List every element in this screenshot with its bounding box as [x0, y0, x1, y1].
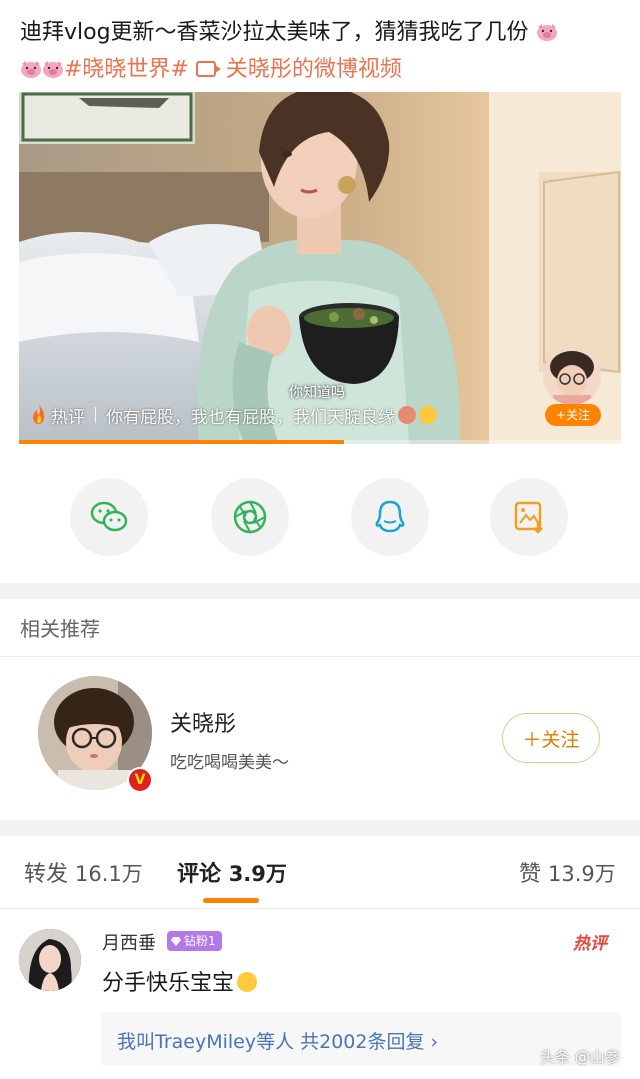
verified-badge-icon: V — [127, 767, 153, 793]
watermark: 头条 @山参 — [540, 1048, 620, 1066]
face-emoji-icon — [398, 406, 416, 424]
flame-icon — [33, 405, 45, 424]
wechat-icon — [90, 501, 128, 532]
smile-emoji-icon — [419, 406, 437, 424]
pig-emoji-icon — [43, 61, 63, 78]
video-follow-button[interactable]: +关注 — [545, 404, 601, 426]
recommend-name[interactable]: 关晓彤 — [170, 706, 236, 738]
topic-link[interactable]: #晓晓世界# — [64, 57, 189, 82]
divider-line — [0, 908, 640, 909]
laugh-emoji-icon — [237, 972, 258, 992]
section-divider — [0, 583, 640, 599]
hot-comment-text: 你有屁股，我也有屁股，我们天腚良缘 — [106, 407, 395, 428]
video-progress-fill — [19, 440, 345, 444]
tab-comment-label: 评论 — [177, 862, 222, 887]
tab-repost-count: 16.1万 — [75, 862, 143, 886]
comment-text-content: 分手快乐宝宝 — [102, 971, 235, 996]
video-player[interactable]: 你知道吗 热评 你有屁股，我也有屁股，我们天腚良缘 +关注 — [19, 92, 621, 444]
pig-emoji-icon — [21, 61, 41, 78]
diamond-icon — [171, 936, 181, 946]
hot-comment-label: 热评 — [51, 407, 85, 428]
replies-link[interactable]: 我叫TraeyMiley等人 共2002条回复 › — [117, 1027, 438, 1054]
save-image-button[interactable] — [490, 478, 568, 556]
post-text: 迪拜vlog更新～香菜沙拉太美味了，猜猜我吃了几份 #晓晓世界# 关晓彤的微博视… — [20, 14, 620, 88]
video-source-label: 关晓彤的微博视频 — [225, 57, 402, 82]
interaction-tabs: 转发 16.1万 评论 3.9万 赞 13.9万 — [0, 852, 640, 892]
tab-like-label: 赞 — [519, 862, 542, 887]
tab-like-count: 13.9万 — [548, 862, 616, 886]
fan-badge: 钻粉1 — [167, 931, 222, 951]
qq-icon — [375, 500, 405, 533]
share-moments-button[interactable] — [211, 478, 289, 556]
video-author-avatar[interactable] — [543, 347, 601, 405]
pig-emoji-icon — [536, 24, 557, 41]
follow-button[interactable]: ＋关注 — [502, 713, 600, 763]
tab-comment-count: 3.9万 — [228, 862, 287, 886]
section-divider — [0, 820, 640, 836]
share-wechat-button[interactable] — [70, 478, 148, 556]
video-subtitle: 你知道吗 — [289, 385, 345, 401]
avatar-image — [543, 347, 601, 405]
video-source-link[interactable]: 关晓彤的微博视频 — [195, 57, 402, 82]
share-qq-button[interactable] — [351, 478, 429, 556]
fan-badge-label: 钻粉1 — [184, 934, 216, 948]
post-line1: 迪拜vlog更新～香菜沙拉太美味了，猜猜我吃了几份 — [20, 20, 529, 45]
video-progress-bar[interactable] — [19, 440, 621, 444]
tab-repost-label: 转发 — [24, 862, 69, 887]
comment-username[interactable]: 月西垂 — [102, 929, 156, 955]
hot-comment-tag: 热评 — [573, 934, 607, 954]
divider-line — [0, 656, 640, 657]
comment-text: 分手快乐宝宝 — [102, 965, 258, 997]
tab-comment[interactable]: 评论 3.9万 — [177, 856, 287, 888]
recommend-desc: 吃吃喝喝美美～ — [170, 753, 289, 773]
tab-like[interactable]: 赞 13.9万 — [519, 856, 616, 888]
related-section-title: 相关推荐 — [20, 617, 100, 641]
separator — [95, 407, 96, 423]
hot-comment-bar[interactable]: 热评 你有屁股，我也有屁股，我们天腚良缘 — [31, 402, 437, 428]
tab-repost[interactable]: 转发 16.1万 — [24, 856, 143, 888]
video-icon — [195, 61, 221, 77]
comment-avatar[interactable] — [19, 929, 81, 991]
moments-icon — [233, 500, 267, 534]
share-row — [0, 478, 640, 562]
save-image-icon — [514, 501, 543, 534]
avatar-image — [19, 929, 81, 991]
active-tab-indicator — [203, 898, 259, 903]
